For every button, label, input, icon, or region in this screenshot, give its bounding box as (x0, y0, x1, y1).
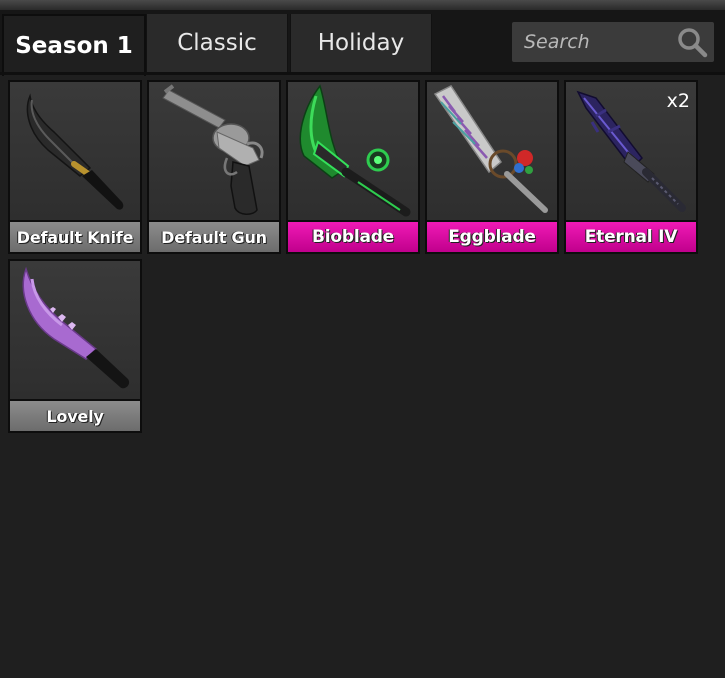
item-count-badge: x2 (666, 90, 690, 112)
item-label: Eggblade (427, 222, 557, 252)
item-lovely[interactable]: Lovely (8, 259, 142, 433)
tab-holiday[interactable]: Holiday (290, 14, 432, 72)
tab-season-1[interactable]: Season 1 (2, 14, 146, 76)
search-input[interactable] (522, 30, 676, 54)
knife-icon (10, 82, 140, 220)
lovely-knife-icon (10, 261, 140, 399)
bioblade-icon (288, 82, 418, 220)
item-default-knife[interactable]: Default Knife (8, 80, 142, 254)
eternal-sword-icon: x2 (566, 82, 696, 220)
item-bioblade[interactable]: Bioblade (286, 80, 420, 254)
search-box[interactable] (512, 22, 714, 62)
tab-label: Classic (177, 30, 257, 56)
item-label: Default Gun (149, 222, 279, 252)
tab-label: Holiday (317, 30, 405, 56)
eggblade-icon (427, 82, 557, 220)
item-eternal-iv[interactable]: x2 Eternal IV (564, 80, 698, 254)
panel-divider (0, 72, 725, 75)
revolver-icon (149, 82, 279, 220)
tab-classic[interactable]: Classic (146, 14, 288, 72)
search-icon[interactable] (676, 26, 708, 58)
item-eggblade[interactable]: Eggblade (425, 80, 559, 254)
item-label: Lovely (10, 401, 140, 431)
tab-label: Season 1 (15, 33, 133, 59)
window-top-strip (0, 0, 725, 10)
item-label: Eternal IV (566, 222, 696, 252)
item-label: Default Knife (10, 222, 140, 252)
item-label: Bioblade (288, 222, 418, 252)
item-default-gun[interactable]: Default Gun (147, 80, 281, 254)
